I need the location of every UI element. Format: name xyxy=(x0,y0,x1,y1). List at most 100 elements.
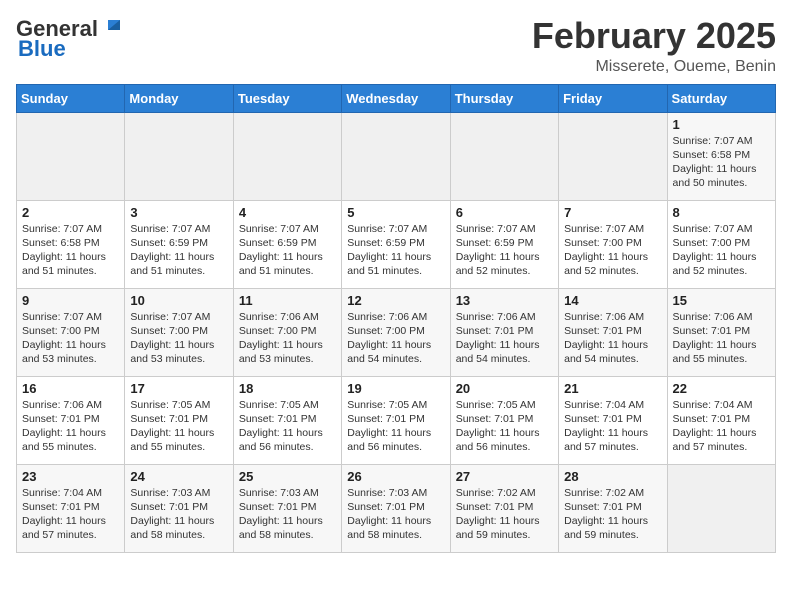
day-number: 23 xyxy=(22,469,119,484)
day-info: Sunrise: 7:04 AM Sunset: 7:01 PM Dayligh… xyxy=(564,398,661,455)
day-number: 28 xyxy=(564,469,661,484)
calendar-table: SundayMondayTuesdayWednesdayThursdayFrid… xyxy=(16,84,776,553)
calendar-cell: 18Sunrise: 7:05 AM Sunset: 7:01 PM Dayli… xyxy=(233,376,341,464)
calendar-cell xyxy=(233,112,341,200)
calendar-cell: 6 Sunrise: 7:07 AM Sunset: 6:59 PM Daylig… xyxy=(450,200,558,288)
day-info: Sunrise: 7:06 AM Sunset: 7:01 PM Dayligh… xyxy=(673,310,770,367)
calendar-week-row: 16Sunrise: 7:06 AM Sunset: 7:01 PM Dayli… xyxy=(17,376,776,464)
calendar-cell xyxy=(125,112,233,200)
day-info: Sunrise: 7:07 AM Sunset: 6:59 PM Dayligh… xyxy=(239,222,336,279)
day-info: Sunrise: 7:03 AM Sunset: 7:01 PM Dayligh… xyxy=(130,486,227,543)
title-block: February 2025 Misserete, Oueme, Benin xyxy=(532,16,776,76)
logo-blue: Blue xyxy=(18,36,66,62)
day-number: 17 xyxy=(130,381,227,396)
calendar-cell: 25Sunrise: 7:03 AM Sunset: 7:01 PM Dayli… xyxy=(233,464,341,552)
weekday-header-saturday: Saturday xyxy=(667,84,775,112)
day-number: 5 xyxy=(347,205,444,220)
day-info: Sunrise: 7:06 AM Sunset: 7:00 PM Dayligh… xyxy=(347,310,444,367)
day-number: 9 xyxy=(22,293,119,308)
day-number: 13 xyxy=(456,293,553,308)
month-title: February 2025 xyxy=(532,16,776,56)
calendar-cell: 5 Sunrise: 7:07 AM Sunset: 6:59 PM Daylig… xyxy=(342,200,450,288)
day-info: Sunrise: 7:07 AM Sunset: 7:00 PM Dayligh… xyxy=(564,222,661,279)
calendar-cell xyxy=(450,112,558,200)
day-info: Sunrise: 7:07 AM Sunset: 6:59 PM Dayligh… xyxy=(347,222,444,279)
day-number: 26 xyxy=(347,469,444,484)
calendar-cell: 1 Sunrise: 7:07 AM Sunset: 6:58 PM Daylig… xyxy=(667,112,775,200)
calendar-cell: 11Sunrise: 7:06 AM Sunset: 7:00 PM Dayli… xyxy=(233,288,341,376)
day-number: 15 xyxy=(673,293,770,308)
weekday-header-sunday: Sunday xyxy=(17,84,125,112)
calendar-cell: 14Sunrise: 7:06 AM Sunset: 7:01 PM Dayli… xyxy=(559,288,667,376)
weekday-header-tuesday: Tuesday xyxy=(233,84,341,112)
day-info: Sunrise: 7:03 AM Sunset: 7:01 PM Dayligh… xyxy=(347,486,444,543)
calendar-cell: 12 Sunrise: 7:06 AM Sunset: 7:00 PM Dayli… xyxy=(342,288,450,376)
calendar-cell: 24 Sunrise: 7:03 AM Sunset: 7:01 PM Dayli… xyxy=(125,464,233,552)
day-number: 22 xyxy=(673,381,770,396)
day-info: Sunrise: 7:04 AM Sunset: 7:01 PM Dayligh… xyxy=(22,486,119,543)
day-info: Sunrise: 7:05 AM Sunset: 7:01 PM Dayligh… xyxy=(456,398,553,455)
day-number: 20 xyxy=(456,381,553,396)
day-number: 27 xyxy=(456,469,553,484)
calendar-cell xyxy=(559,112,667,200)
day-info: Sunrise: 7:07 AM Sunset: 6:58 PM Dayligh… xyxy=(673,134,770,191)
day-info: Sunrise: 7:07 AM Sunset: 6:59 PM Dayligh… xyxy=(130,222,227,279)
day-number: 14 xyxy=(564,293,661,308)
calendar-cell: 28 Sunrise: 7:02 AM Sunset: 7:01 PM Dayli… xyxy=(559,464,667,552)
day-number: 12 xyxy=(347,293,444,308)
calendar-cell: 9 Sunrise: 7:07 AM Sunset: 7:00 PM Daylig… xyxy=(17,288,125,376)
page-header: General Blue February 2025 Misserete, Ou… xyxy=(16,16,776,76)
calendar-cell: 15 Sunrise: 7:06 AM Sunset: 7:01 PM Dayli… xyxy=(667,288,775,376)
weekday-header-wednesday: Wednesday xyxy=(342,84,450,112)
day-number: 1 xyxy=(673,117,770,132)
calendar-cell: 22 Sunrise: 7:04 AM Sunset: 7:01 PM Dayli… xyxy=(667,376,775,464)
day-number: 6 xyxy=(456,205,553,220)
location: Misserete, Oueme, Benin xyxy=(532,58,776,76)
day-info: Sunrise: 7:05 AM Sunset: 7:01 PM Dayligh… xyxy=(347,398,444,455)
day-number: 7 xyxy=(564,205,661,220)
day-number: 21 xyxy=(564,381,661,396)
day-number: 16 xyxy=(22,381,119,396)
calendar-cell: 7 Sunrise: 7:07 AM Sunset: 7:00 PM Daylig… xyxy=(559,200,667,288)
calendar-week-row: 1 Sunrise: 7:07 AM Sunset: 6:58 PM Daylig… xyxy=(17,112,776,200)
calendar-week-row: 23 Sunrise: 7:04 AM Sunset: 7:01 PM Dayli… xyxy=(17,464,776,552)
weekday-header-monday: Monday xyxy=(125,84,233,112)
logo-icon xyxy=(100,16,122,38)
weekday-header-row: SundayMondayTuesdayWednesdayThursdayFrid… xyxy=(17,84,776,112)
day-number: 4 xyxy=(239,205,336,220)
day-number: 24 xyxy=(130,469,227,484)
calendar-cell xyxy=(17,112,125,200)
calendar-cell: 8 Sunrise: 7:07 AM Sunset: 7:00 PM Daylig… xyxy=(667,200,775,288)
weekday-header-thursday: Thursday xyxy=(450,84,558,112)
calendar-cell: 20 Sunrise: 7:05 AM Sunset: 7:01 PM Dayli… xyxy=(450,376,558,464)
day-info: Sunrise: 7:02 AM Sunset: 7:01 PM Dayligh… xyxy=(564,486,661,543)
day-info: Sunrise: 7:07 AM Sunset: 7:00 PM Dayligh… xyxy=(130,310,227,367)
day-number: 25 xyxy=(239,469,336,484)
calendar-cell: 23 Sunrise: 7:04 AM Sunset: 7:01 PM Dayli… xyxy=(17,464,125,552)
calendar-cell: 2 Sunrise: 7:07 AM Sunset: 6:58 PM Daylig… xyxy=(17,200,125,288)
day-number: 11 xyxy=(239,293,336,308)
calendar-cell xyxy=(342,112,450,200)
calendar-cell xyxy=(667,464,775,552)
day-number: 10 xyxy=(130,293,227,308)
day-number: 2 xyxy=(22,205,119,220)
calendar-cell: 4 Sunrise: 7:07 AM Sunset: 6:59 PM Daylig… xyxy=(233,200,341,288)
day-info: Sunrise: 7:07 AM Sunset: 6:58 PM Dayligh… xyxy=(22,222,119,279)
day-info: Sunrise: 7:05 AM Sunset: 7:01 PM Dayligh… xyxy=(130,398,227,455)
day-info: Sunrise: 7:07 AM Sunset: 7:00 PM Dayligh… xyxy=(22,310,119,367)
calendar-cell: 3 Sunrise: 7:07 AM Sunset: 6:59 PM Daylig… xyxy=(125,200,233,288)
day-info: Sunrise: 7:02 AM Sunset: 7:01 PM Dayligh… xyxy=(456,486,553,543)
calendar-cell: 10 Sunrise: 7:07 AM Sunset: 7:00 PM Dayli… xyxy=(125,288,233,376)
day-info: Sunrise: 7:04 AM Sunset: 7:01 PM Dayligh… xyxy=(673,398,770,455)
day-info: Sunrise: 7:06 AM Sunset: 7:01 PM Dayligh… xyxy=(456,310,553,367)
day-info: Sunrise: 7:07 AM Sunset: 6:59 PM Dayligh… xyxy=(456,222,553,279)
calendar-cell: 26 Sunrise: 7:03 AM Sunset: 7:01 PM Dayli… xyxy=(342,464,450,552)
day-number: 19 xyxy=(347,381,444,396)
day-number: 18 xyxy=(239,381,336,396)
calendar-cell: 16Sunrise: 7:06 AM Sunset: 7:01 PM Dayli… xyxy=(17,376,125,464)
calendar-cell: 27 Sunrise: 7:02 AM Sunset: 7:01 PM Dayli… xyxy=(450,464,558,552)
day-number: 3 xyxy=(130,205,227,220)
day-info: Sunrise: 7:07 AM Sunset: 7:00 PM Dayligh… xyxy=(673,222,770,279)
calendar-cell: 17 Sunrise: 7:05 AM Sunset: 7:01 PM Dayli… xyxy=(125,376,233,464)
day-number: 8 xyxy=(673,205,770,220)
